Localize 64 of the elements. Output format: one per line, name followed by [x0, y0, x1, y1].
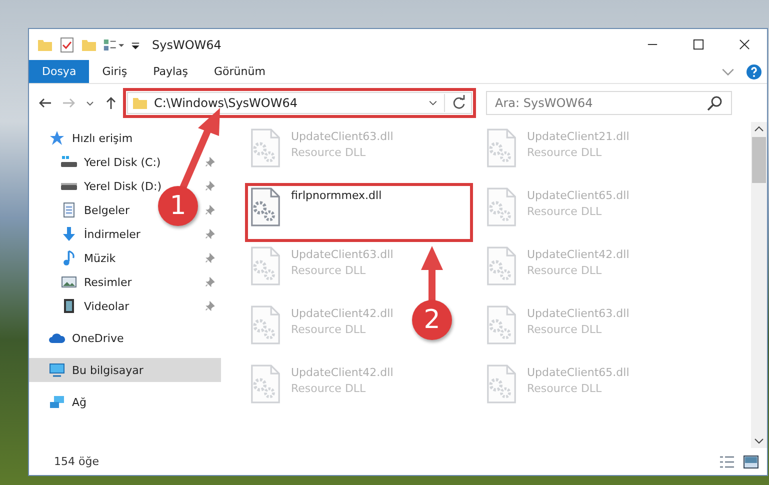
- cloud-icon: [49, 332, 65, 344]
- network-icon: [49, 395, 65, 409]
- pin-icon[interactable]: [205, 181, 215, 191]
- file-type: Resource DLL: [291, 382, 367, 395]
- help-icon[interactable]: [746, 64, 762, 80]
- sidebar-item[interactable]: Müzik: [84, 252, 116, 264]
- pin-icon[interactable]: [205, 277, 215, 287]
- sidebar-item[interactable]: İndirmeler: [84, 228, 140, 240]
- sidebar-item[interactable]: Bu bilgisayar: [29, 358, 221, 382]
- file-type: Resource DLL: [527, 264, 603, 277]
- address-path: C:\Windows\SysWOW64: [154, 96, 298, 110]
- scroll-down-icon[interactable]: [754, 437, 764, 445]
- window-title: SysWOW64: [152, 38, 222, 52]
- picture-icon: [61, 276, 77, 288]
- file-type: Resource DLL: [527, 146, 603, 159]
- music-note-icon: [63, 250, 75, 266]
- sidebar-item[interactable]: Videolar: [84, 300, 130, 312]
- star-icon: [49, 130, 65, 146]
- ribbon-tab[interactable]: Paylaş: [140, 60, 201, 83]
- details-view-icon[interactable]: [719, 454, 735, 470]
- document-icon: [63, 202, 75, 218]
- file-type: Resource DLL: [527, 382, 603, 395]
- scrollbar[interactable]: [751, 122, 767, 448]
- refresh-icon[interactable]: [451, 95, 467, 111]
- down-arrow-icon: [61, 226, 77, 242]
- ribbon-tab[interactable]: Dosya: [29, 60, 90, 83]
- properties-dropdown-icon[interactable]: [103, 36, 125, 52]
- search-field[interactable]: Ara: SysWOW64: [486, 91, 732, 115]
- pointer-arrow: [421, 246, 443, 302]
- maximize-icon: [692, 39, 704, 50]
- pin-icon[interactable]: [205, 253, 215, 263]
- pin-icon[interactable]: [205, 301, 215, 311]
- dll-file-icon[interactable]: [250, 187, 281, 227]
- scrollbar-thumb[interactable]: [752, 137, 766, 183]
- sidebar-item[interactable]: OneDrive: [29, 326, 221, 350]
- close-icon: [738, 39, 750, 50]
- file-type: Resource DLL: [527, 205, 603, 218]
- address-field[interactable]: C:\Windows\SysWOW64: [127, 92, 472, 114]
- scroll-up-icon[interactable]: [754, 125, 764, 133]
- sidebar-item[interactable]: Resimler: [84, 276, 132, 288]
- search-icon[interactable]: [707, 95, 723, 111]
- folder-icon: [132, 95, 148, 111]
- film-icon: [63, 298, 75, 314]
- monitor-icon: [49, 363, 65, 377]
- drive-icon: [61, 182, 77, 190]
- sidebar-item[interactable]: Hızlı erişim: [29, 126, 221, 150]
- large-icons-view-icon[interactable]: [743, 454, 759, 470]
- file-name[interactable]: firlpnormmex.dll: [291, 189, 382, 202]
- drive-icon: [61, 156, 77, 168]
- sidebar-item[interactable]: Yerel Disk (C:): [84, 156, 161, 168]
- sidebar-item[interactable]: Ağ: [29, 390, 221, 414]
- file-type: Resource DLL: [291, 146, 367, 159]
- checklist-icon[interactable]: [59, 36, 75, 52]
- pin-icon[interactable]: [205, 157, 215, 167]
- file-type: Resource DLL: [527, 323, 603, 336]
- sidebar-item[interactable]: Belgeler: [84, 204, 130, 216]
- dropdown-caret-icon[interactable]: [428, 98, 438, 108]
- pin-icon[interactable]: [205, 229, 215, 239]
- pin-icon[interactable]: [205, 205, 215, 215]
- file-type: Resource DLL: [291, 264, 367, 277]
- item-count: 154 öğe: [54, 455, 99, 468]
- ribbon-tab[interactable]: Giriş: [89, 60, 140, 83]
- file-type: Resource DLL: [291, 323, 367, 336]
- ribbon-tab[interactable]: Görünüm: [201, 60, 278, 83]
